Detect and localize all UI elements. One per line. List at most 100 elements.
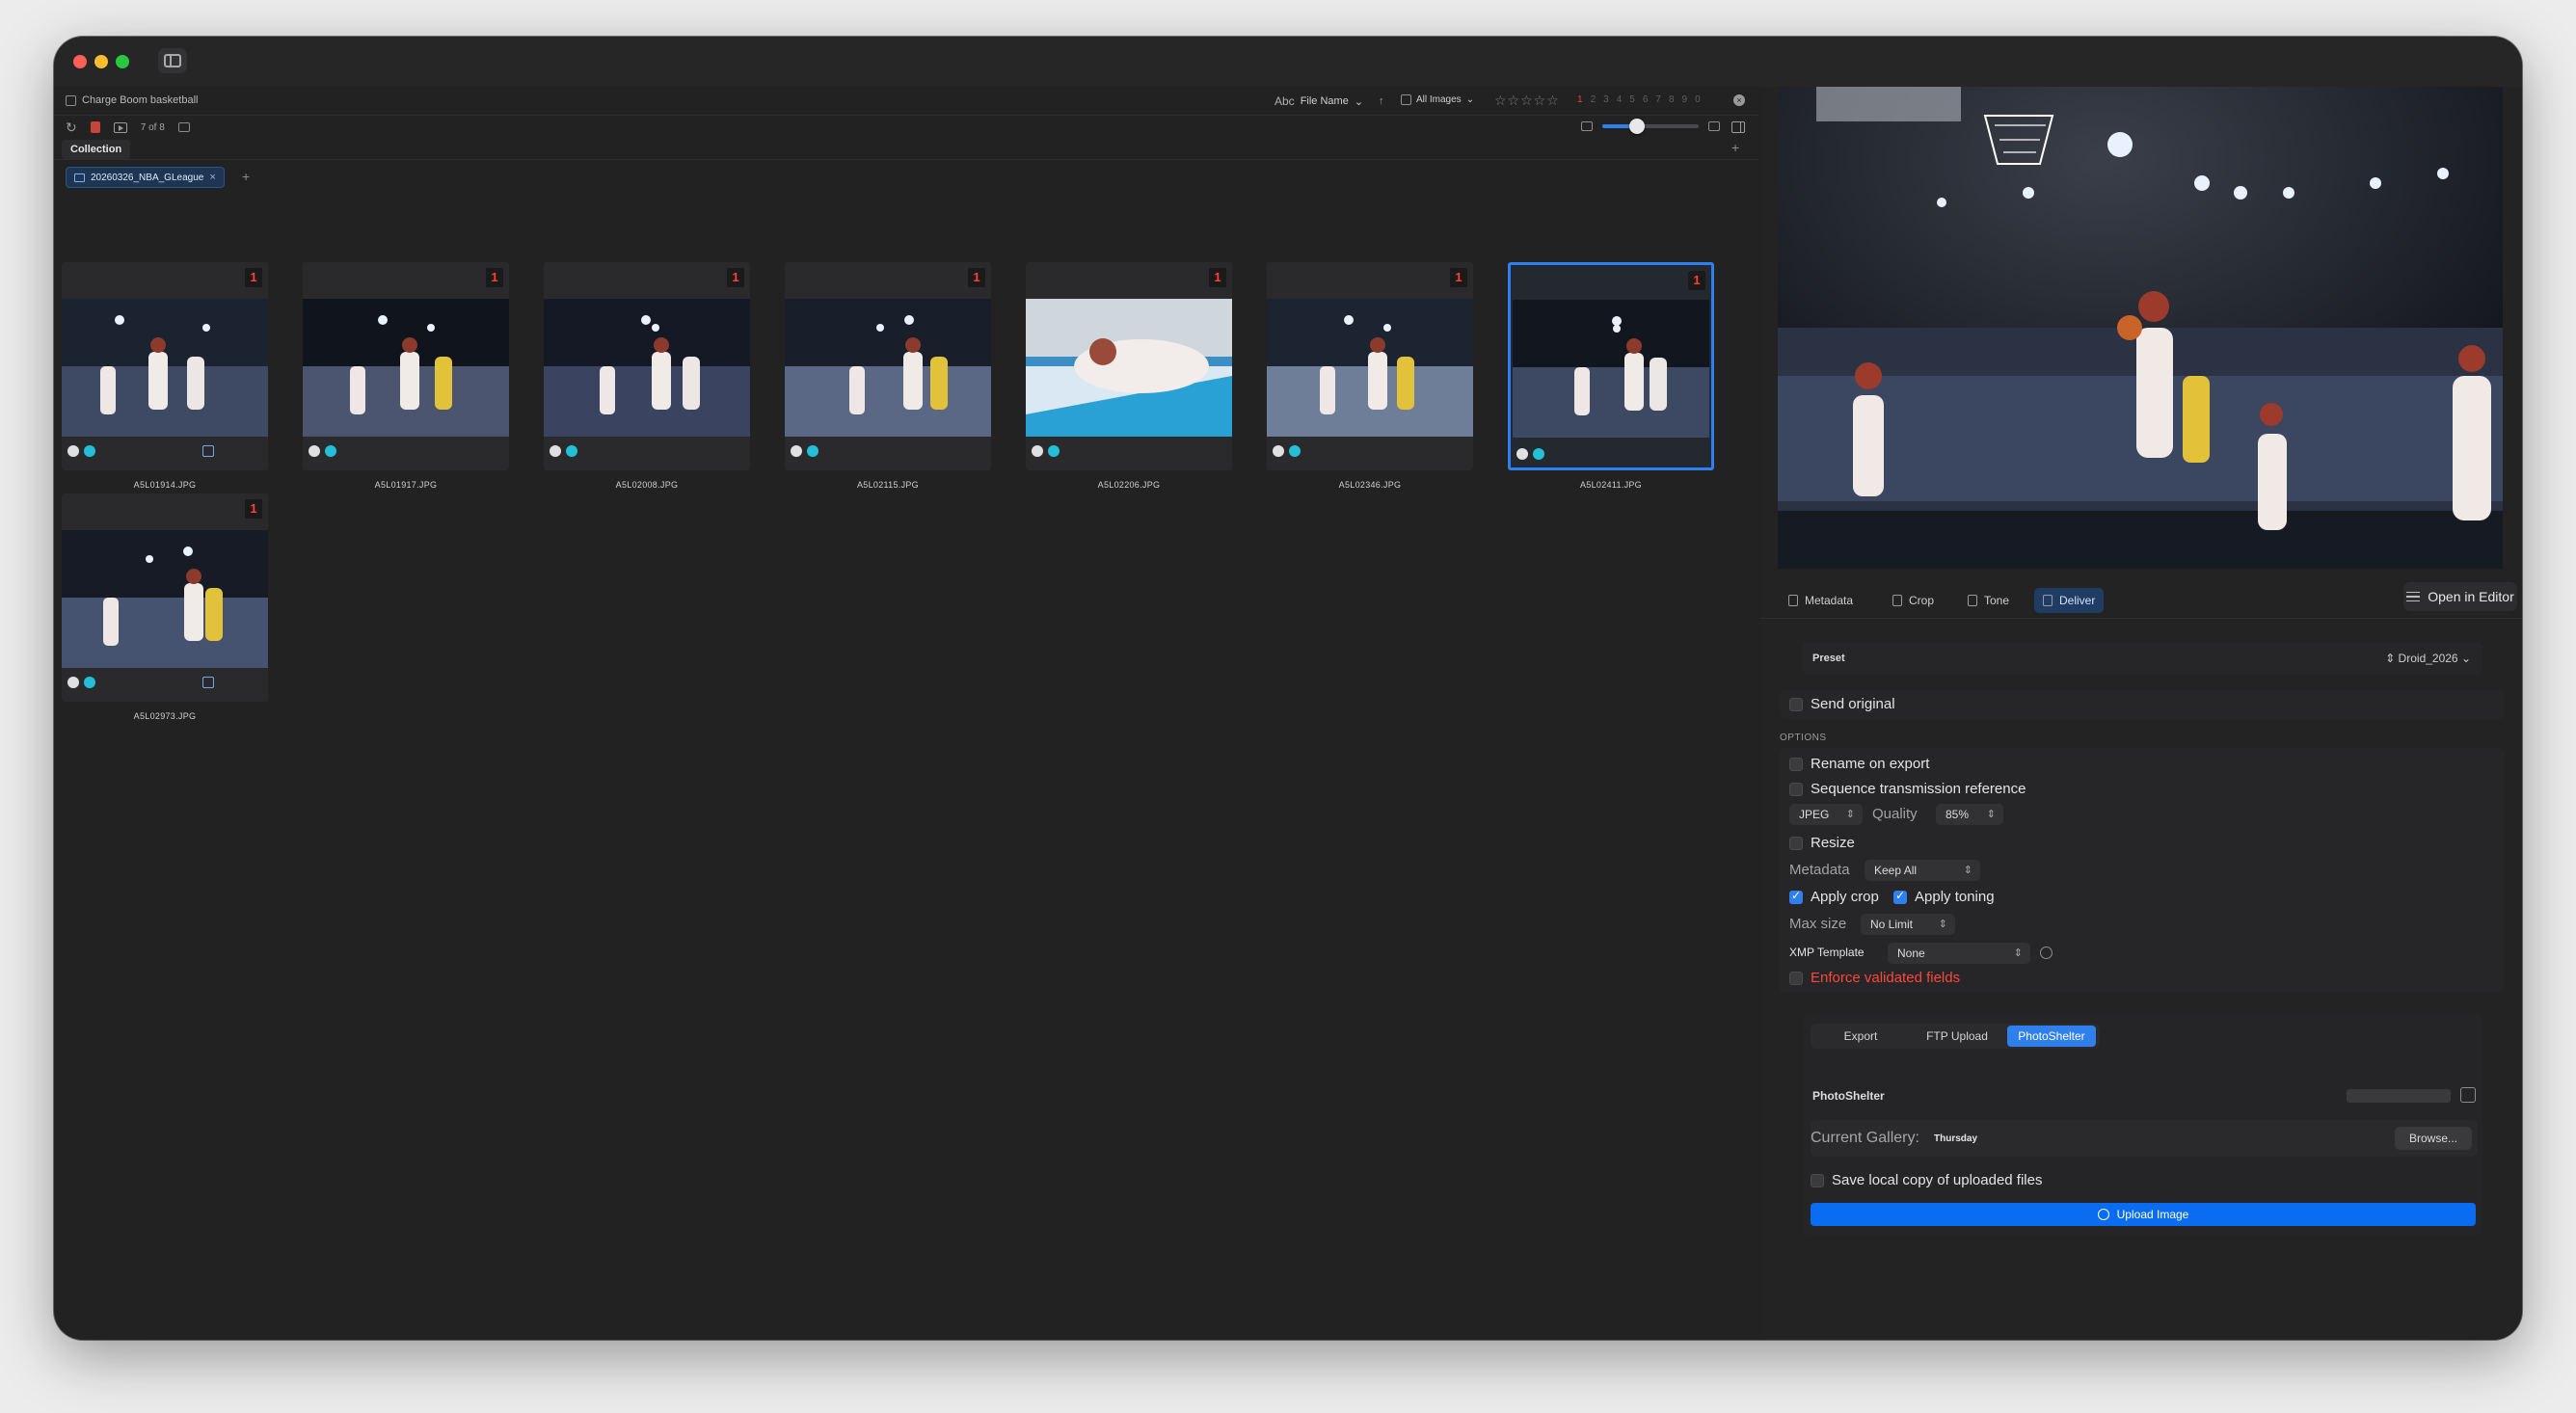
number-filter-6[interactable]: 6	[1643, 94, 1649, 105]
thumbnail-item[interactable]: 1 A5L02008.JPG	[544, 262, 750, 490]
format-select[interactable]: JPEG ⇕	[1789, 804, 1863, 825]
browse-button[interactable]: Browse...	[2395, 1127, 2472, 1150]
filter-value[interactable]: All Images	[1416, 94, 1462, 105]
thumbnail-photo[interactable]	[785, 299, 991, 437]
number-filter-0[interactable]: 0	[1695, 94, 1701, 105]
slider-knob[interactable]	[1629, 119, 1645, 134]
segment-photoshelter[interactable]: PhotoShelter	[2007, 1026, 2096, 1047]
sequence-label: Sequence transmission reference	[1811, 781, 2026, 797]
refresh-icon[interactable]: ↻	[66, 120, 77, 134]
shield-icon	[67, 677, 79, 688]
zoom-window-button[interactable]	[116, 55, 129, 68]
thumbnail-card[interactable]: 1	[62, 493, 268, 702]
sort-control[interactable]: Abc File Name ⌄ ↑	[1275, 94, 1384, 108]
thumbnail-item[interactable]: 1 A5L02411.JPG	[1508, 262, 1714, 490]
open-in-editor-label: Open in Editor	[2428, 589, 2514, 604]
tab-crop[interactable]: Crop	[1884, 588, 1943, 613]
color-label-badge: 1	[245, 268, 262, 287]
thumbnail-photo[interactable]	[1267, 299, 1473, 437]
tab-deliver[interactable]: Deliver	[2034, 588, 2105, 613]
upload-image-button[interactable]: Upload Image	[1811, 1203, 2476, 1226]
resize-checkbox[interactable]	[1789, 837, 1803, 850]
close-window-button[interactable]	[73, 55, 87, 68]
close-icon[interactable]: ×	[209, 172, 215, 183]
thumbnail-card[interactable]: 1	[785, 262, 991, 470]
trash-icon[interactable]	[90, 121, 100, 133]
number-filter-4[interactable]: 4	[1617, 94, 1623, 105]
account-field	[2347, 1089, 2451, 1103]
number-filter-8[interactable]: 8	[1669, 94, 1675, 105]
send-original-checkbox[interactable]	[1789, 698, 1803, 711]
number-filter-7[interactable]: 7	[1655, 94, 1661, 105]
thumbnail-item[interactable]: 1 A5L01917.JPG	[303, 262, 509, 490]
thumbnail-filename: A5L01914.JPG	[133, 480, 197, 490]
updown-icon: ⇕	[1963, 865, 1972, 876]
number-filter-9[interactable]: 9	[1682, 94, 1688, 105]
inspector-toggle-icon[interactable]	[1731, 121, 1745, 133]
updown-icon: ⇕	[1986, 809, 1996, 820]
metadata-label: Metadata	[1789, 862, 1850, 878]
small-thumb-icon[interactable]	[1581, 121, 1593, 131]
quality-select[interactable]: 85% ⇕	[1936, 804, 2003, 825]
segment-ftp-upload[interactable]: FTP Upload	[1911, 1026, 2003, 1047]
tab-collection[interactable]: Collection	[62, 140, 131, 159]
segment-export[interactable]: Export	[1814, 1026, 1907, 1047]
minimize-window-button[interactable]	[94, 55, 108, 68]
thumbnail-photo[interactable]	[1026, 299, 1232, 437]
info-icon[interactable]	[2040, 946, 2053, 959]
apply-toning-checkbox[interactable]	[1893, 889, 1907, 904]
thumbnail-item[interactable]: 1 A5L01914.JPG	[62, 262, 268, 490]
clear-filter-icon[interactable]: ×	[1733, 94, 1745, 106]
large-thumb-icon[interactable]	[1708, 121, 1720, 131]
sidebar-toggle-button[interactable]	[158, 48, 187, 73]
rating-filter-stars[interactable]: ☆☆☆☆☆	[1494, 93, 1560, 109]
thumbnail-photo[interactable]	[544, 299, 750, 437]
open-in-editor-button[interactable]: Open in Editor	[2403, 582, 2517, 611]
thumbnail-item[interactable]: 1 A5L02346.JPG	[1267, 262, 1473, 490]
metadata-select[interactable]: Keep All ⇕	[1865, 860, 1980, 881]
info-panel-icon[interactable]	[177, 122, 190, 132]
thumbnail-filename: A5L02973.JPG	[133, 711, 197, 721]
enforce-checkbox[interactable]	[1789, 972, 1803, 985]
sequence-checkbox[interactable]	[1789, 783, 1803, 796]
tab-tone[interactable]: Tone	[1959, 588, 2018, 613]
xmp-template-select[interactable]: None ⇕	[1888, 943, 2030, 964]
thumbnail-size-slider[interactable]	[1602, 119, 1699, 134]
image-preview[interactable]: 1	[1778, 87, 2503, 569]
number-filter-5[interactable]: 5	[1629, 94, 1635, 105]
number-filter-3[interactable]: 3	[1603, 94, 1609, 105]
thumbnail-photo[interactable]	[62, 299, 268, 437]
apply-crop-checkbox[interactable]	[1789, 889, 1803, 904]
image-filter[interactable]: All Images ⌄	[1401, 94, 1474, 105]
thumbnail-card[interactable]: 1	[544, 262, 750, 470]
check-badge-icon	[1289, 445, 1301, 457]
save-local-checkbox[interactable]	[1811, 1174, 1824, 1187]
slideshow-icon[interactable]	[113, 121, 127, 133]
thumbnail-card[interactable]: 1	[1267, 262, 1473, 470]
thumbnail-card[interactable]: 1	[1508, 262, 1714, 470]
thumbnail-filename: A5L02206.JPG	[1097, 480, 1161, 490]
logout-icon[interactable]	[2460, 1087, 2476, 1103]
preset-select[interactable]: ⇕ Droid_2026 ⌄	[2385, 652, 2471, 665]
thumbnail-photo[interactable]	[1513, 300, 1709, 438]
tab-label: Tone	[1984, 594, 2010, 607]
tab-metadata[interactable]: Metadata	[1780, 588, 1862, 613]
thumbnail-item[interactable]: 1 A5L02206.JPG	[1026, 262, 1232, 490]
thumbnail-card[interactable]: 1	[1026, 262, 1232, 470]
thumbnail-photo[interactable]	[303, 299, 509, 437]
thumbnail-item[interactable]: 1 A5L02973.JPG	[62, 493, 268, 721]
thumbnail-card[interactable]: 1	[62, 262, 268, 470]
sort-field[interactable]: File Name	[1301, 95, 1349, 107]
tab-folder[interactable]: 20260326_NBA_GLeague ×	[66, 167, 225, 188]
rename-checkbox[interactable]	[1789, 758, 1803, 771]
add-tab-icon[interactable]: +	[242, 169, 250, 184]
max-size-select[interactable]: No Limit ⇕	[1861, 914, 1955, 935]
number-filter-2[interactable]: 2	[1591, 94, 1597, 105]
thumbnail-photo[interactable]	[62, 530, 268, 668]
thumbnail-card[interactable]: 1	[303, 262, 509, 470]
thumbnail-item[interactable]: 1 A5L02115.JPG	[785, 262, 991, 490]
add-icon[interactable]: +	[1731, 140, 1739, 155]
sort-direction-icon[interactable]: ↑	[1379, 95, 1384, 107]
number-filter-1[interactable]: 1	[1577, 94, 1583, 105]
service-title: PhotoShelter	[1812, 1089, 1885, 1103]
